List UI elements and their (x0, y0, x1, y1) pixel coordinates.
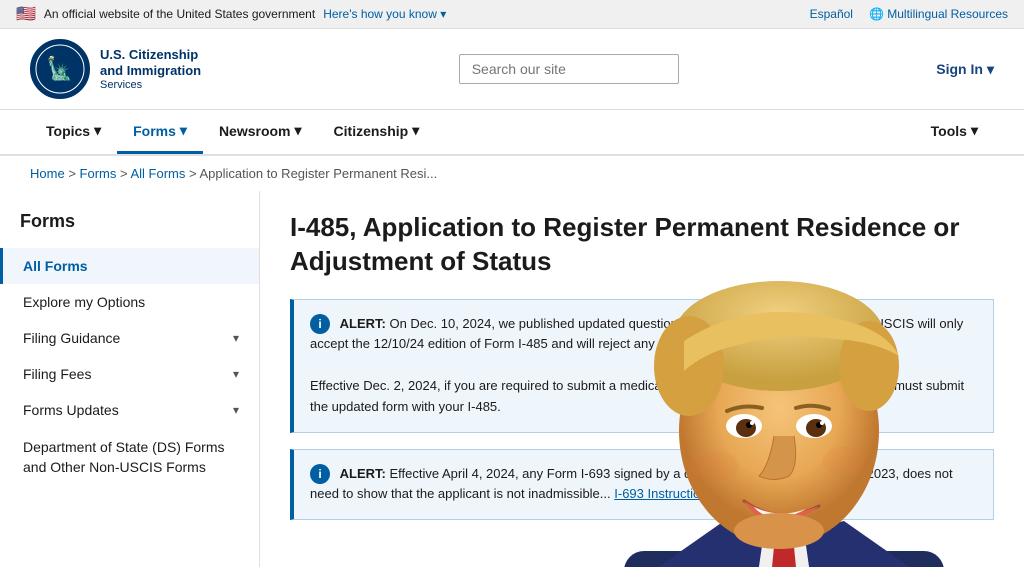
sidebar-item-explore[interactable]: Explore my Options (0, 284, 259, 320)
sidebar-title: Forms (0, 211, 259, 248)
chevron-down-icon: ▾ (233, 403, 239, 417)
logo-line1: U.S. Citizenship (100, 47, 201, 63)
sidebar-item-ds-forms[interactable]: Department of State (DS) Forms and Other… (0, 428, 259, 487)
gov-banner-left: 🇺🇸 An official website of the United Sta… (16, 4, 446, 24)
alert-box-1: i ALERT: On Dec. 10, 2024, we published … (290, 299, 994, 433)
breadcrumb-all-forms[interactable]: All Forms (131, 166, 186, 181)
how-know-link[interactable]: Here's how you know ▾ (323, 7, 446, 21)
alert-box-2: i ALERT: Effective April 4, 2024, any Fo… (290, 449, 994, 521)
site-header: 🗽 U.S. Citizenship and Immigration Servi… (0, 29, 1024, 110)
header-right: Sign In ▾ (936, 61, 994, 78)
sidebar: Forms All Forms Explore my Options Filin… (0, 191, 260, 567)
globe-icon: 🌐 (869, 7, 884, 21)
nav-citizenship[interactable]: Citizenship▾ (318, 110, 436, 154)
info-icon-1: i (310, 314, 330, 334)
chevron-down-icon: ▾ (233, 331, 239, 345)
logo-line2: and Immigration (100, 63, 201, 79)
uscis-logo: 🗽 (30, 39, 90, 99)
us-flag-icon: 🇺🇸 (16, 4, 36, 24)
alert1-bold: ALERT: (340, 316, 386, 331)
sidebar-item-filing-fees[interactable]: Filing Fees ▾ (0, 356, 259, 392)
sign-in-button[interactable]: Sign In ▾ (936, 61, 994, 78)
sidebar-item-filing-guidance[interactable]: Filing Guidance ▾ (0, 320, 259, 356)
official-text: An official website of the United States… (44, 7, 315, 21)
logo-area: 🗽 U.S. Citizenship and Immigration Servi… (30, 39, 201, 99)
search-input[interactable] (459, 54, 679, 84)
gov-banner-right: Español 🌐 Multilingual Resources (810, 7, 1008, 21)
page-title: I-485, Application to Register Permanent… (290, 211, 994, 279)
multilingual-link[interactable]: 🌐 Multilingual Resources (869, 7, 1008, 21)
nav-newsroom[interactable]: Newsroom▾ (203, 110, 318, 154)
main-nav: Topics▾ Forms▾ Newsroom▾ Citizenship▾ To… (0, 110, 1024, 156)
gov-banner: 🇺🇸 An official website of the United Sta… (0, 0, 1024, 29)
content-area: I-485, Application to Register Permanent… (260, 191, 1024, 567)
breadcrumb-current: Application to Register Permanent Resi..… (200, 166, 438, 181)
logo-text: U.S. Citizenship and Immigration Service… (100, 47, 201, 90)
nav-tools[interactable]: Tools▾ (915, 110, 994, 154)
sidebar-item-forms-updates[interactable]: Forms Updates ▾ (0, 392, 259, 428)
search-area (419, 54, 719, 84)
espanol-link[interactable]: Español (810, 7, 853, 21)
breadcrumb: Home > Forms > All Forms > Application t… (0, 156, 1024, 191)
main-layout: Forms All Forms Explore my Options Filin… (0, 191, 1024, 567)
sign-in-arrow: ▾ (987, 61, 994, 78)
breadcrumb-home[interactable]: Home (30, 166, 65, 181)
sidebar-item-all-forms[interactable]: All Forms (0, 248, 259, 284)
alert2-bold: ALERT: (340, 466, 386, 481)
svg-text:🗽: 🗽 (46, 55, 73, 81)
info-icon-2: i (310, 464, 330, 484)
logo-line3: Services (100, 79, 201, 91)
chevron-down-icon: ▾ (233, 367, 239, 381)
nav-topics[interactable]: Topics▾ (30, 110, 117, 154)
breadcrumb-forms[interactable]: Forms (80, 166, 117, 181)
i693-instructions-link[interactable]: I-693 Instructions (614, 486, 714, 501)
policy-alert-link[interactable]: Policy Alert (743, 486, 807, 501)
nav-forms[interactable]: Forms▾ (117, 110, 203, 154)
